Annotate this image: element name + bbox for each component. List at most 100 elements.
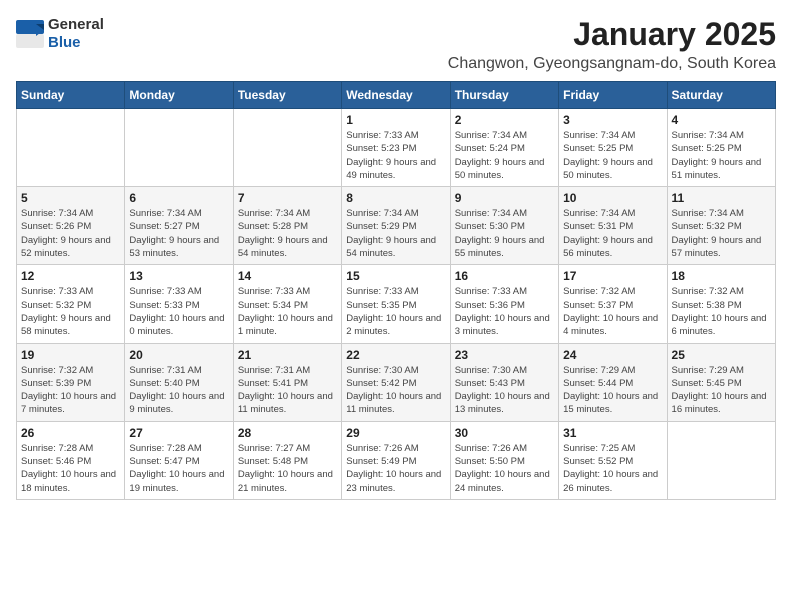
sunset-text: Sunset: 5:41 PM (238, 378, 308, 389)
sunrise-text: Sunrise: 7:34 AM (129, 208, 201, 219)
sunset-text: Sunset: 5:40 PM (129, 378, 199, 389)
day-info: Sunrise: 7:26 AM Sunset: 5:49 PM Dayligh… (346, 442, 445, 495)
calendar-cell: 22 Sunrise: 7:30 AM Sunset: 5:42 PM Dayl… (342, 343, 450, 421)
logo-blue: Blue (48, 34, 81, 51)
sunrise-text: Sunrise: 7:33 AM (346, 286, 418, 297)
sunset-text: Sunset: 5:46 PM (21, 456, 91, 467)
calendar-cell: 1 Sunrise: 7:33 AM Sunset: 5:23 PM Dayli… (342, 109, 450, 187)
day-number: 31 (563, 426, 662, 440)
daylight-text: Daylight: 10 hours and 19 minutes. (129, 469, 224, 493)
day-number: 4 (672, 113, 771, 127)
day-number: 28 (238, 426, 337, 440)
calendar-cell: 10 Sunrise: 7:34 AM Sunset: 5:31 PM Dayl… (559, 187, 667, 265)
day-number: 17 (563, 269, 662, 283)
sunrise-text: Sunrise: 7:33 AM (346, 130, 418, 141)
calendar-cell: 21 Sunrise: 7:31 AM Sunset: 5:41 PM Dayl… (233, 343, 341, 421)
day-info: Sunrise: 7:29 AM Sunset: 5:44 PM Dayligh… (563, 364, 662, 417)
day-info: Sunrise: 7:32 AM Sunset: 5:39 PM Dayligh… (21, 364, 120, 417)
day-info: Sunrise: 7:31 AM Sunset: 5:41 PM Dayligh… (238, 364, 337, 417)
sunrise-text: Sunrise: 7:34 AM (346, 208, 418, 219)
calendar-cell: 7 Sunrise: 7:34 AM Sunset: 5:28 PM Dayli… (233, 187, 341, 265)
daylight-text: Daylight: 9 hours and 55 minutes. (455, 235, 545, 259)
sunrise-text: Sunrise: 7:34 AM (563, 130, 635, 141)
calendar-cell: 15 Sunrise: 7:33 AM Sunset: 5:35 PM Dayl… (342, 265, 450, 343)
sunset-text: Sunset: 5:26 PM (21, 221, 91, 232)
daylight-text: Daylight: 10 hours and 24 minutes. (455, 469, 550, 493)
daylight-text: Daylight: 9 hours and 50 minutes. (455, 157, 545, 181)
sunrise-text: Sunrise: 7:29 AM (672, 365, 744, 376)
daylight-text: Daylight: 9 hours and 49 minutes. (346, 157, 436, 181)
daylight-text: Daylight: 10 hours and 9 minutes. (129, 391, 224, 415)
weekday-header: Tuesday (233, 82, 341, 109)
calendar-week-row: 26 Sunrise: 7:28 AM Sunset: 5:46 PM Dayl… (17, 421, 776, 499)
sunrise-text: Sunrise: 7:31 AM (129, 365, 201, 376)
daylight-text: Daylight: 9 hours and 51 minutes. (672, 157, 762, 181)
sunrise-text: Sunrise: 7:27 AM (238, 443, 310, 454)
daylight-text: Daylight: 10 hours and 15 minutes. (563, 391, 658, 415)
day-info: Sunrise: 7:28 AM Sunset: 5:46 PM Dayligh… (21, 442, 120, 495)
day-info: Sunrise: 7:33 AM Sunset: 5:36 PM Dayligh… (455, 285, 554, 338)
day-info: Sunrise: 7:34 AM Sunset: 5:27 PM Dayligh… (129, 207, 228, 260)
calendar-cell: 6 Sunrise: 7:34 AM Sunset: 5:27 PM Dayli… (125, 187, 233, 265)
daylight-text: Daylight: 10 hours and 11 minutes. (346, 391, 441, 415)
calendar-cell: 5 Sunrise: 7:34 AM Sunset: 5:26 PM Dayli… (17, 187, 125, 265)
daylight-text: Daylight: 9 hours and 57 minutes. (672, 235, 762, 259)
calendar-cell: 12 Sunrise: 7:33 AM Sunset: 5:32 PM Dayl… (17, 265, 125, 343)
sunset-text: Sunset: 5:47 PM (129, 456, 199, 467)
daylight-text: Daylight: 10 hours and 7 minutes. (21, 391, 116, 415)
day-number: 26 (21, 426, 120, 440)
day-info: Sunrise: 7:34 AM Sunset: 5:32 PM Dayligh… (672, 207, 771, 260)
sunrise-text: Sunrise: 7:29 AM (563, 365, 635, 376)
day-info: Sunrise: 7:33 AM Sunset: 5:32 PM Dayligh… (21, 285, 120, 338)
sunrise-text: Sunrise: 7:28 AM (21, 443, 93, 454)
daylight-text: Daylight: 10 hours and 23 minutes. (346, 469, 441, 493)
day-info: Sunrise: 7:27 AM Sunset: 5:48 PM Dayligh… (238, 442, 337, 495)
sunrise-text: Sunrise: 7:28 AM (129, 443, 201, 454)
calendar-cell: 17 Sunrise: 7:32 AM Sunset: 5:37 PM Dayl… (559, 265, 667, 343)
daylight-text: Daylight: 9 hours and 52 minutes. (21, 235, 111, 259)
sunset-text: Sunset: 5:25 PM (672, 143, 742, 154)
daylight-text: Daylight: 10 hours and 11 minutes. (238, 391, 333, 415)
day-number: 29 (346, 426, 445, 440)
logo-icon (16, 20, 44, 48)
sunrise-text: Sunrise: 7:34 AM (455, 208, 527, 219)
calendar-cell: 18 Sunrise: 7:32 AM Sunset: 5:38 PM Dayl… (667, 265, 775, 343)
day-number: 19 (21, 348, 120, 362)
day-number: 11 (672, 191, 771, 205)
weekday-header: Wednesday (342, 82, 450, 109)
calendar-cell: 14 Sunrise: 7:33 AM Sunset: 5:34 PM Dayl… (233, 265, 341, 343)
page-header: General Blue January 2025 Changwon, Gyeo… (16, 16, 776, 73)
sunset-text: Sunset: 5:39 PM (21, 378, 91, 389)
day-info: Sunrise: 7:31 AM Sunset: 5:40 PM Dayligh… (129, 364, 228, 417)
logo-text: General Blue (48, 16, 104, 52)
day-info: Sunrise: 7:33 AM Sunset: 5:35 PM Dayligh… (346, 285, 445, 338)
sunrise-text: Sunrise: 7:30 AM (455, 365, 527, 376)
sunrise-text: Sunrise: 7:34 AM (455, 130, 527, 141)
daylight-text: Daylight: 10 hours and 13 minutes. (455, 391, 550, 415)
day-number: 9 (455, 191, 554, 205)
day-info: Sunrise: 7:33 AM Sunset: 5:23 PM Dayligh… (346, 129, 445, 182)
day-info: Sunrise: 7:33 AM Sunset: 5:34 PM Dayligh… (238, 285, 337, 338)
day-number: 25 (672, 348, 771, 362)
sunset-text: Sunset: 5:34 PM (238, 300, 308, 311)
daylight-text: Daylight: 10 hours and 18 minutes. (21, 469, 116, 493)
sunrise-text: Sunrise: 7:26 AM (455, 443, 527, 454)
sunset-text: Sunset: 5:27 PM (129, 221, 199, 232)
calendar-cell: 8 Sunrise: 7:34 AM Sunset: 5:29 PM Dayli… (342, 187, 450, 265)
calendar-cell: 3 Sunrise: 7:34 AM Sunset: 5:25 PM Dayli… (559, 109, 667, 187)
sunrise-text: Sunrise: 7:34 AM (238, 208, 310, 219)
day-info: Sunrise: 7:32 AM Sunset: 5:37 PM Dayligh… (563, 285, 662, 338)
day-number: 27 (129, 426, 228, 440)
weekday-header-row: SundayMondayTuesdayWednesdayThursdayFrid… (17, 82, 776, 109)
sunrise-text: Sunrise: 7:34 AM (672, 130, 744, 141)
sunset-text: Sunset: 5:32 PM (672, 221, 742, 232)
calendar-cell: 23 Sunrise: 7:30 AM Sunset: 5:43 PM Dayl… (450, 343, 558, 421)
logo: General Blue (16, 16, 104, 52)
day-number: 12 (21, 269, 120, 283)
day-info: Sunrise: 7:34 AM Sunset: 5:25 PM Dayligh… (672, 129, 771, 182)
daylight-text: Daylight: 10 hours and 26 minutes. (563, 469, 658, 493)
calendar-cell: 20 Sunrise: 7:31 AM Sunset: 5:40 PM Dayl… (125, 343, 233, 421)
day-info: Sunrise: 7:34 AM Sunset: 5:25 PM Dayligh… (563, 129, 662, 182)
daylight-text: Daylight: 10 hours and 1 minute. (238, 313, 333, 337)
calendar-cell: 24 Sunrise: 7:29 AM Sunset: 5:44 PM Dayl… (559, 343, 667, 421)
